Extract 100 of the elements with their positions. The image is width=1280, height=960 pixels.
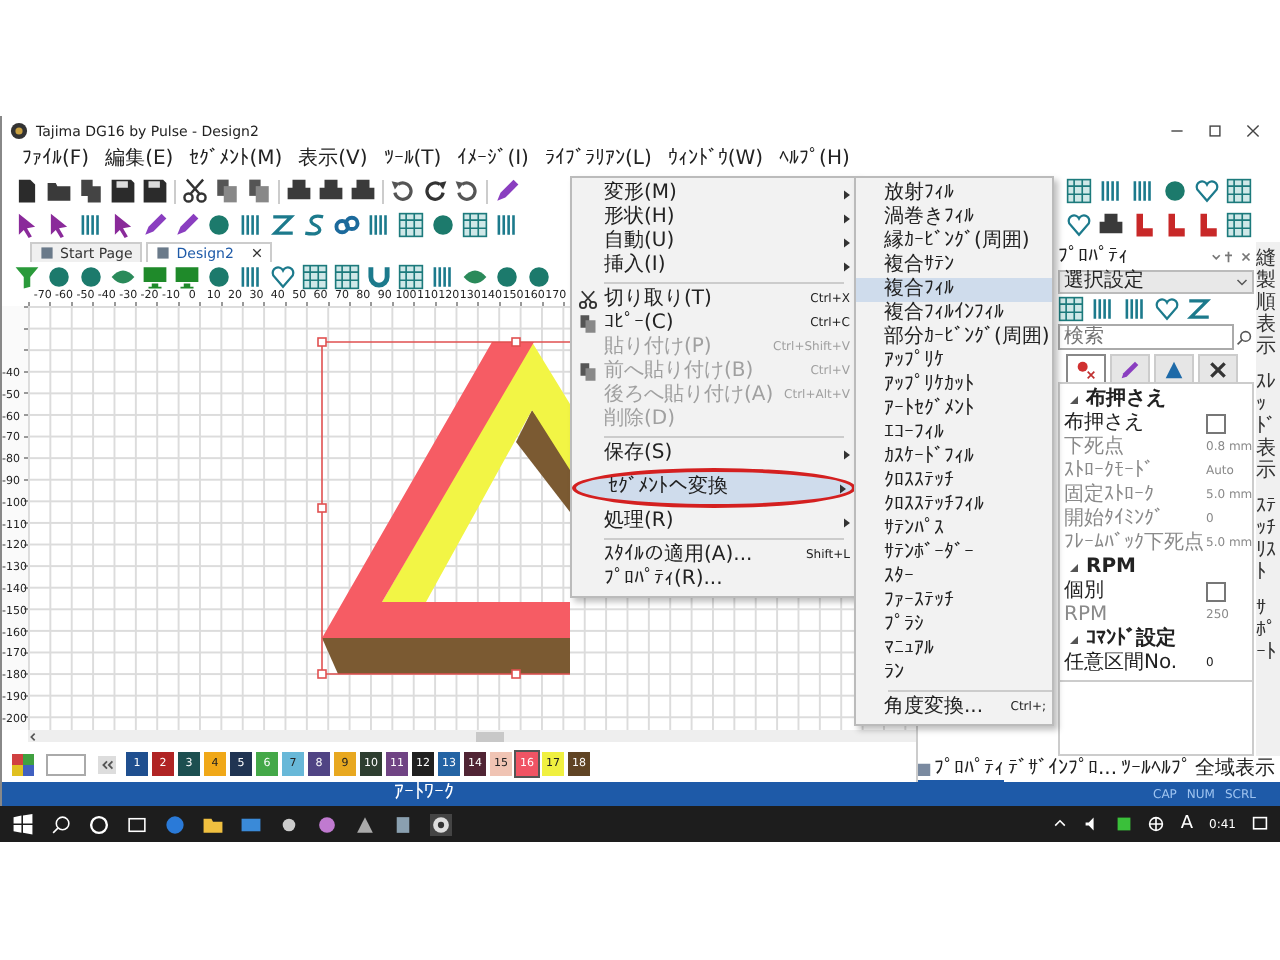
- bars-icon[interactable]: [78, 212, 104, 238]
- bars-icon[interactable]: [1122, 296, 1148, 322]
- menu-bar-item[interactable]: ｳｨﾝﾄﾞｳ(W): [667, 146, 764, 174]
- close-icon[interactable]: [1246, 124, 1260, 138]
- scrollbar-thumb[interactable]: [476, 731, 504, 741]
- panel-controls-icon[interactable]: [1210, 249, 1254, 263]
- folder-icon[interactable]: [202, 813, 224, 835]
- menu-bar-item[interactable]: ｾｸﾞﾒﾝﾄ(M): [189, 146, 283, 174]
- menu-item[interactable]: ｱｰﾄｾｸﾞﾒﾝﾄ: [856, 398, 1052, 422]
- search-icon[interactable]: [1236, 329, 1252, 345]
- menu-item[interactable]: ｸﾛｽｽﾃｯﾁﾌｨﾙ: [856, 494, 1052, 518]
- documents-icon[interactable]: [78, 178, 104, 204]
- bars-icon[interactable]: [430, 263, 456, 289]
- menu-bar-item[interactable]: ﾍﾙﾌﾟ(H): [779, 146, 850, 174]
- pointer-icon[interactable]: [110, 212, 136, 238]
- side-tab[interactable]: ｽﾚｯﾄﾞ表示: [1256, 372, 1276, 482]
- checkbox[interactable]: [1206, 582, 1226, 602]
- pencil-icon[interactable]: [174, 212, 200, 238]
- menu-item[interactable]: 自動(U): [572, 230, 856, 254]
- scissors-icon[interactable]: [182, 178, 208, 204]
- palette-field[interactable]: [46, 753, 86, 775]
- rings-icon[interactable]: [334, 212, 360, 238]
- printer-icon[interactable]: [1098, 212, 1124, 238]
- pencil-icon[interactable]: [494, 178, 520, 204]
- circle-icon[interactable]: [88, 813, 110, 835]
- zigzag-icon[interactable]: [270, 212, 296, 238]
- heart-icon[interactable]: [1066, 212, 1092, 238]
- palette-icon[interactable]: [12, 753, 34, 775]
- menu-item[interactable]: 形状(H): [572, 206, 856, 230]
- menu-bar-item[interactable]: 表示(V): [298, 146, 368, 174]
- disc-icon[interactable]: [430, 212, 456, 238]
- globe-icon[interactable]: [1148, 816, 1165, 832]
- menu-item[interactable]: 複合ﾌｨﾙ: [856, 278, 1052, 302]
- bars-icon[interactable]: [1090, 296, 1116, 322]
- undo-icon[interactable]: [390, 178, 416, 204]
- app-icon[interactable]: [316, 813, 338, 835]
- menu-item[interactable]: ｽﾀｰ: [856, 566, 1052, 590]
- app-icon[interactable]: [392, 813, 414, 835]
- grid-icon[interactable]: [398, 212, 424, 238]
- printer-icon[interactable]: [318, 178, 344, 204]
- pointer-icon[interactable]: [14, 212, 40, 238]
- bars-icon[interactable]: [238, 212, 264, 238]
- copy-icon[interactable]: [214, 178, 240, 204]
- menu-bar-item[interactable]: ﾌｧｲﾙ(F): [22, 146, 90, 174]
- menu-bar-item[interactable]: 編集(E): [105, 146, 174, 174]
- menu-item[interactable]: ｻﾃﾝﾎﾞｰﾀﾞｰ: [856, 542, 1052, 566]
- menu-item[interactable]: 挿入(I): [572, 254, 856, 278]
- app-icon[interactable]: [278, 813, 300, 835]
- double-chevron-icon[interactable]: [98, 755, 116, 773]
- bars-icon[interactable]: [238, 263, 264, 289]
- menu-bar-item[interactable]: ﾂｰﾙ(T): [383, 146, 442, 174]
- menu-item[interactable]: 放射ﾌｨﾙ: [856, 182, 1052, 206]
- expand-arrow-icon[interactable]: [1068, 394, 1080, 406]
- menu-item[interactable]: 保存(S): [572, 442, 856, 466]
- grid-icon[interactable]: [1226, 212, 1252, 238]
- menu-item[interactable]: 変形(M): [572, 182, 856, 206]
- grid-icon[interactable]: [1058, 296, 1084, 322]
- menu-item[interactable]: ﾗﾝ: [856, 662, 1052, 686]
- heart-icon[interactable]: [1154, 296, 1180, 322]
- save-icon[interactable]: [110, 178, 136, 204]
- menu-item[interactable]: ﾌﾟﾛﾊﾟﾃｨ(R)...: [572, 568, 856, 592]
- side-tab[interactable]: ｻﾎﾟｰﾄ: [1256, 598, 1276, 664]
- pointer-icon[interactable]: [46, 212, 72, 238]
- task-view-icon[interactable]: [126, 813, 148, 835]
- heart-icon[interactable]: [1194, 178, 1220, 204]
- properties-tab[interactable]: [1198, 354, 1238, 382]
- wave-icon[interactable]: [302, 212, 328, 238]
- save-icon[interactable]: [142, 178, 168, 204]
- printer-icon[interactable]: [350, 178, 376, 204]
- grid-icon[interactable]: [302, 263, 328, 289]
- checkbox[interactable]: [1206, 414, 1226, 434]
- undo-icon[interactable]: [454, 178, 480, 204]
- panel-tab[interactable]: 全域表示: [1195, 756, 1276, 782]
- magnet-icon[interactable]: [366, 263, 392, 289]
- printer-icon[interactable]: [286, 178, 312, 204]
- pencil-icon[interactable]: [142, 212, 168, 238]
- menu-item[interactable]: ｱｯﾌﾟﾘｹ: [856, 350, 1052, 374]
- grid-icon[interactable]: [1226, 178, 1252, 204]
- menu-item[interactable]: ｱｯﾌﾟﾘｹｶｯﾄ: [856, 374, 1052, 398]
- close-icon[interactable]: [251, 248, 262, 258]
- menu-item[interactable]: 複合ｻﾃﾝ: [856, 254, 1052, 278]
- folder-icon[interactable]: [46, 178, 72, 204]
- menu-item[interactable]: ﾏﾆｭｱﾙ: [856, 638, 1052, 662]
- app-logo-icon[interactable]: [430, 813, 452, 835]
- menu-bar-item[interactable]: ｲﾒｰｼﾞ(I): [457, 146, 529, 174]
- funnel-icon[interactable]: [14, 263, 40, 289]
- side-tab[interactable]: ｽﾃｯﾁﾘｽﾄ: [1256, 496, 1276, 584]
- document-icon[interactable]: [14, 178, 40, 204]
- app-icon[interactable]: [354, 813, 376, 835]
- filter-dropdown[interactable]: 選択設定: [1058, 270, 1254, 294]
- panel-tab[interactable]: ﾂｰﾙﾍﾙﾌﾟ: [1121, 756, 1192, 782]
- grid-icon[interactable]: [398, 263, 424, 289]
- menu-item[interactable]: 複合ﾌｨﾙｲﾝﾌｨﾙ: [856, 302, 1052, 326]
- menu-item[interactable]: 処理(R): [572, 510, 856, 534]
- panel-tab[interactable]: ﾃﾞｻﾞｲﾝﾌﾟﾛ...: [1008, 756, 1118, 782]
- minimize-icon[interactable]: [1170, 124, 1184, 138]
- panel-tab[interactable]: ﾌﾟﾛﾊﾟﾃｨ: [918, 756, 1004, 782]
- disc-icon[interactable]: [526, 263, 552, 289]
- grid-icon[interactable]: [334, 263, 360, 289]
- disc-icon[interactable]: [206, 212, 232, 238]
